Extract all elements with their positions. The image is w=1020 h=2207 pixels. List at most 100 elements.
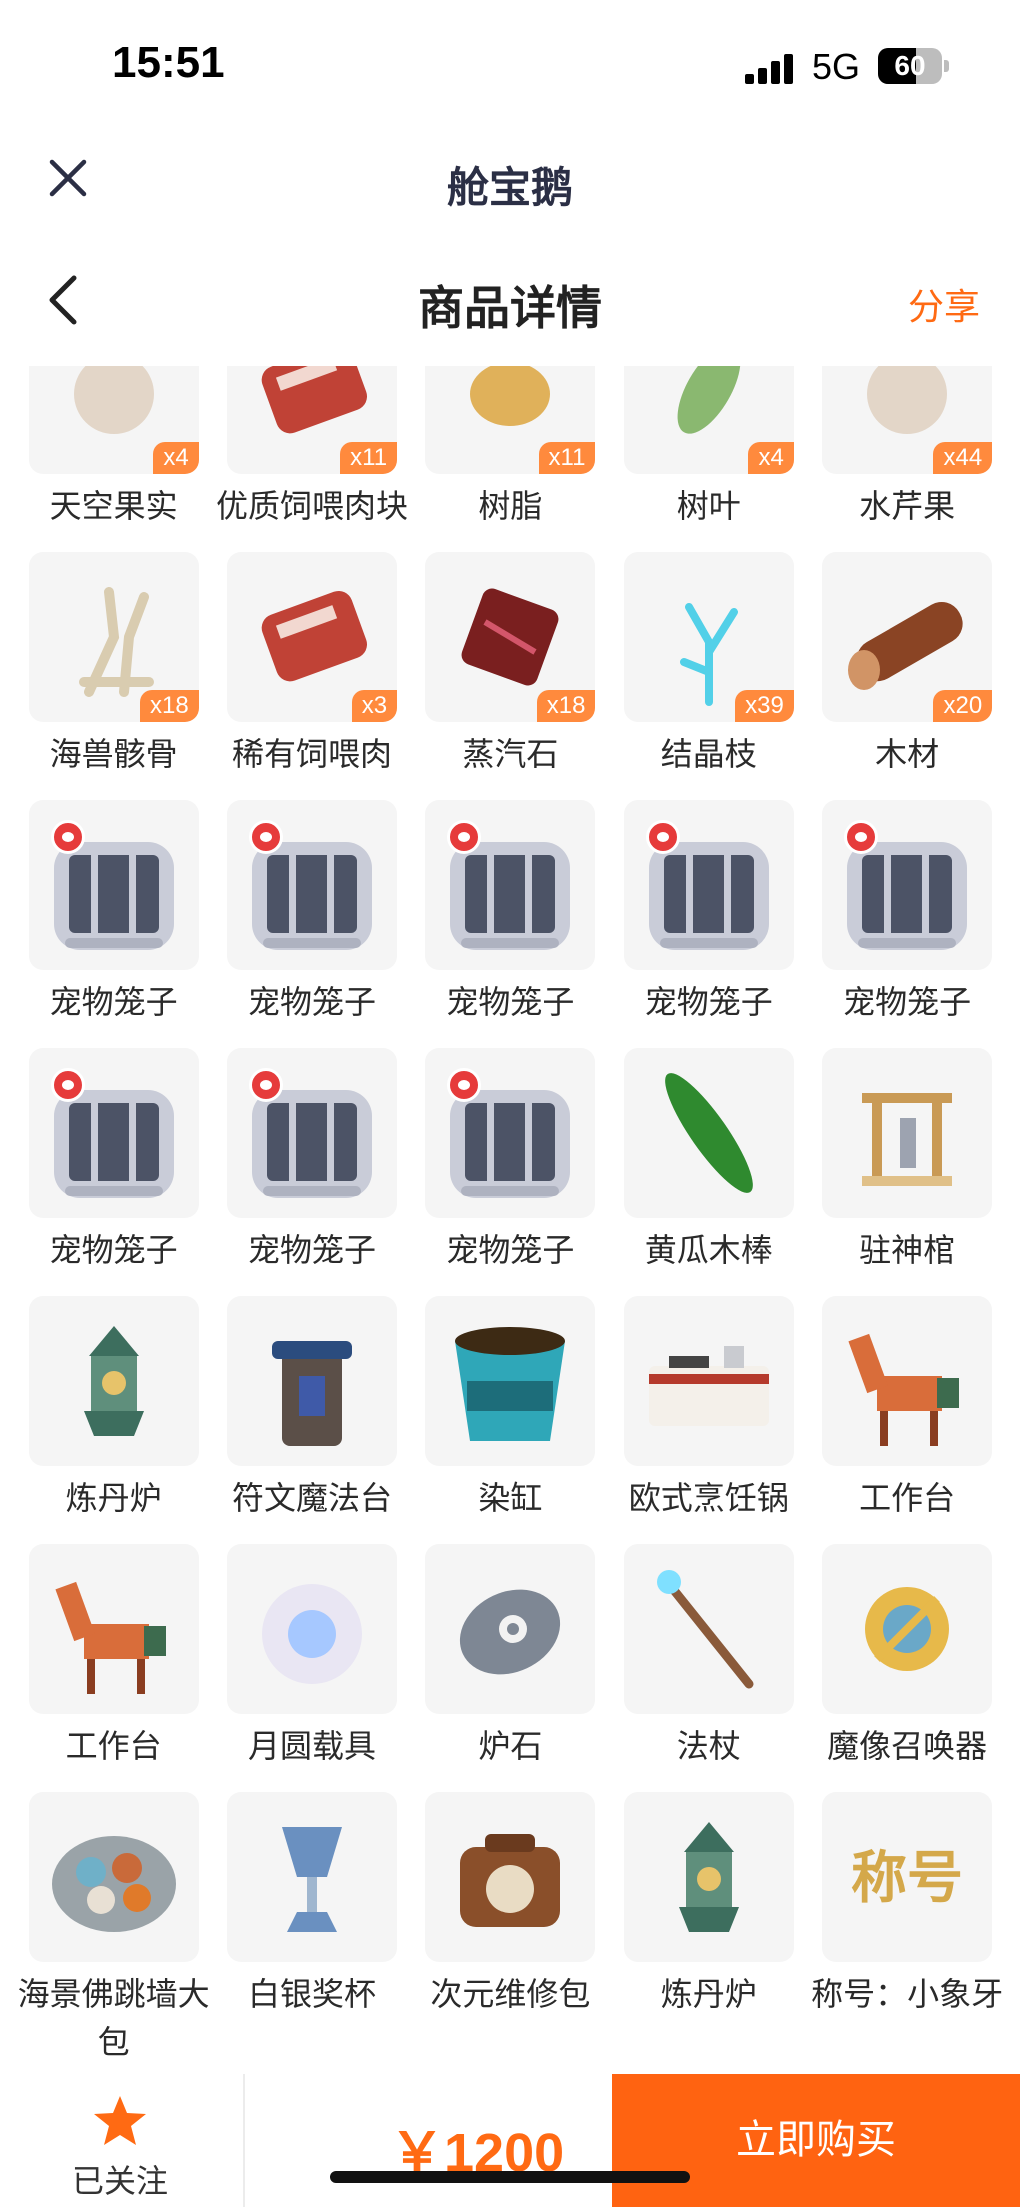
pet-cage-icon bbox=[425, 1048, 596, 1218]
item-label: 宠物笼子 bbox=[248, 983, 377, 1021]
item-card[interactable]: 宠物笼子 bbox=[610, 800, 808, 1026]
item-card[interactable]: 月圆载具 bbox=[213, 1544, 411, 1770]
quantity-badge: x11 bbox=[538, 442, 596, 474]
item-card[interactable]: 宠物笼子 bbox=[213, 800, 411, 1026]
item-label: 月圆载具 bbox=[248, 1727, 377, 1765]
bone-icon: x18 bbox=[28, 552, 199, 722]
item-card[interactable]: 符文魔法台 bbox=[213, 1296, 411, 1522]
dye-vat-icon bbox=[425, 1296, 596, 1466]
item-card[interactable]: x18 海兽骸骨 bbox=[15, 552, 213, 778]
item-card[interactable]: 次元维修包 bbox=[411, 1792, 609, 2018]
meat-icon: x11 bbox=[227, 366, 398, 474]
mini-app-title: 舱宝鹅 bbox=[446, 163, 573, 212]
item-label: 天空果实 bbox=[49, 487, 178, 525]
item-label: 炼丹炉 bbox=[660, 1975, 757, 2013]
follow-label: 已关注 bbox=[71, 2162, 168, 2200]
item-card[interactable]: 宠物笼子 bbox=[411, 1048, 609, 1274]
item-label: 魔像召唤器 bbox=[827, 1727, 988, 1765]
item-card[interactable]: x11 树脂 bbox=[411, 366, 609, 530]
paw-icon bbox=[645, 820, 680, 854]
pet-cage-icon bbox=[822, 800, 993, 970]
follow-button[interactable]: 已关注 bbox=[40, 2094, 200, 2202]
paw-icon bbox=[844, 820, 879, 854]
item-card[interactable]: 称号称号：小象牙 bbox=[808, 1792, 1006, 2018]
golem-summoner-icon bbox=[822, 1544, 993, 1714]
item-card[interactable]: 炉石 bbox=[411, 1544, 609, 1770]
item-label: 次元维修包 bbox=[430, 1975, 591, 2013]
divider bbox=[243, 2074, 245, 2207]
trophy-icon bbox=[227, 1792, 398, 1962]
resin-icon: x11 bbox=[425, 366, 596, 474]
item-card[interactable]: 染缸 bbox=[411, 1296, 609, 1522]
item-label: 炼丹炉 bbox=[65, 1479, 162, 1517]
paw-icon bbox=[249, 820, 284, 854]
item-label: 树脂 bbox=[478, 487, 543, 525]
item-label: 法杖 bbox=[676, 1727, 741, 1765]
item-card[interactable]: 宠物笼子 bbox=[15, 800, 213, 1026]
item-card[interactable]: 欧式烹饪锅 bbox=[610, 1296, 808, 1522]
item-card[interactable]: 宠物笼子 bbox=[213, 1048, 411, 1274]
moon-cloud-icon bbox=[227, 1544, 398, 1714]
item-card[interactable]: 宠物笼子 bbox=[15, 1048, 213, 1274]
quantity-badge: x4 bbox=[153, 442, 199, 474]
horse-bench-icon bbox=[822, 1296, 993, 1466]
quantity-badge: x11 bbox=[340, 442, 398, 474]
item-label: 染缸 bbox=[478, 1479, 543, 1517]
item-card[interactable]: x20 木材 bbox=[808, 552, 1006, 778]
fruit-icon: x44 bbox=[822, 366, 993, 474]
quantity-badge: x18 bbox=[139, 690, 199, 722]
quantity-badge: x20 bbox=[933, 690, 993, 722]
item-label: 海兽骸骨 bbox=[49, 735, 178, 773]
repair-bag-icon bbox=[425, 1792, 596, 1962]
item-card[interactable]: x11 优质饲喂肉块 bbox=[213, 366, 411, 530]
item-card[interactable]: 法杖 bbox=[610, 1544, 808, 1770]
quantity-badge: x44 bbox=[933, 442, 993, 474]
item-label: 符文魔法台 bbox=[232, 1479, 393, 1517]
nav-bar: 商品详情 分享 bbox=[0, 250, 1020, 360]
share-button[interactable]: 分享 bbox=[908, 278, 980, 330]
item-card[interactable]: 炼丹炉 bbox=[610, 1792, 808, 2018]
item-card[interactable]: x4 树叶 bbox=[610, 366, 808, 530]
item-card[interactable]: x4 天空果实 bbox=[15, 366, 213, 530]
fruit-icon: x4 bbox=[28, 366, 199, 474]
item-label: 宠物笼子 bbox=[644, 983, 773, 1021]
item-card[interactable]: x44 水芹果 bbox=[808, 366, 1006, 530]
item-card[interactable]: 魔像召唤器 bbox=[808, 1544, 1006, 1770]
network-type: 5G bbox=[812, 46, 861, 87]
rune-altar-icon bbox=[227, 1296, 398, 1466]
item-card[interactable]: 海景佛跳墙大包 bbox=[15, 1792, 213, 2066]
item-card[interactable]: x18 蒸汽石 bbox=[411, 552, 609, 778]
item-card[interactable]: 炼丹炉 bbox=[15, 1296, 213, 1522]
paw-icon bbox=[50, 1068, 85, 1102]
stove-icon bbox=[623, 1296, 794, 1466]
item-card[interactable]: x3 稀有饲喂肉 bbox=[213, 552, 411, 778]
item-card[interactable]: 驻神棺 bbox=[808, 1048, 1006, 1274]
page-title: 商品详情 bbox=[418, 281, 602, 335]
leaf-icon: x4 bbox=[623, 366, 794, 474]
status-time: 15:51 bbox=[112, 38, 225, 87]
item-label: 木材 bbox=[875, 735, 940, 773]
item-card[interactable]: 宠物笼子 bbox=[808, 800, 1006, 1026]
meat-icon: x3 bbox=[227, 552, 398, 722]
item-card[interactable]: 黄瓜木棒 bbox=[610, 1048, 808, 1274]
paw-icon bbox=[50, 820, 85, 854]
item-card[interactable]: 工作台 bbox=[808, 1296, 1006, 1522]
home-indicator bbox=[330, 2171, 690, 2183]
steam-stone-icon: x18 bbox=[425, 552, 596, 722]
buy-now-button[interactable]: 立即购买 bbox=[612, 2074, 1020, 2207]
mini-app-bar: 舱宝鹅 bbox=[0, 130, 1020, 230]
item-card[interactable]: x39 结晶枝 bbox=[610, 552, 808, 778]
item-label: 海景佛跳墙大包 bbox=[17, 1975, 210, 2061]
item-label: 结晶枝 bbox=[660, 735, 757, 773]
item-label: 黄瓜木棒 bbox=[644, 1231, 773, 1269]
item-card[interactable]: 白银奖杯 bbox=[213, 1792, 411, 2018]
title-badge-icon: 称号 bbox=[822, 1792, 993, 1962]
item-label: 称号：小象牙 bbox=[811, 1975, 1004, 2013]
item-label: 工作台 bbox=[65, 1727, 162, 1765]
item-grid-viewport[interactable]: x4 天空果实 x11 优质饲喂肉块 x11 树脂 x4 树叶 x44 水芹果 x18 海兽骸骨 x3 稀… bbox=[0, 366, 1020, 2074]
item-label: 白银奖杯 bbox=[248, 1975, 377, 2013]
battery-cap bbox=[944, 60, 949, 72]
pet-cage-icon bbox=[28, 1048, 199, 1218]
item-card[interactable]: 工作台 bbox=[15, 1544, 213, 1770]
item-card[interactable]: 宠物笼子 bbox=[411, 800, 609, 1026]
